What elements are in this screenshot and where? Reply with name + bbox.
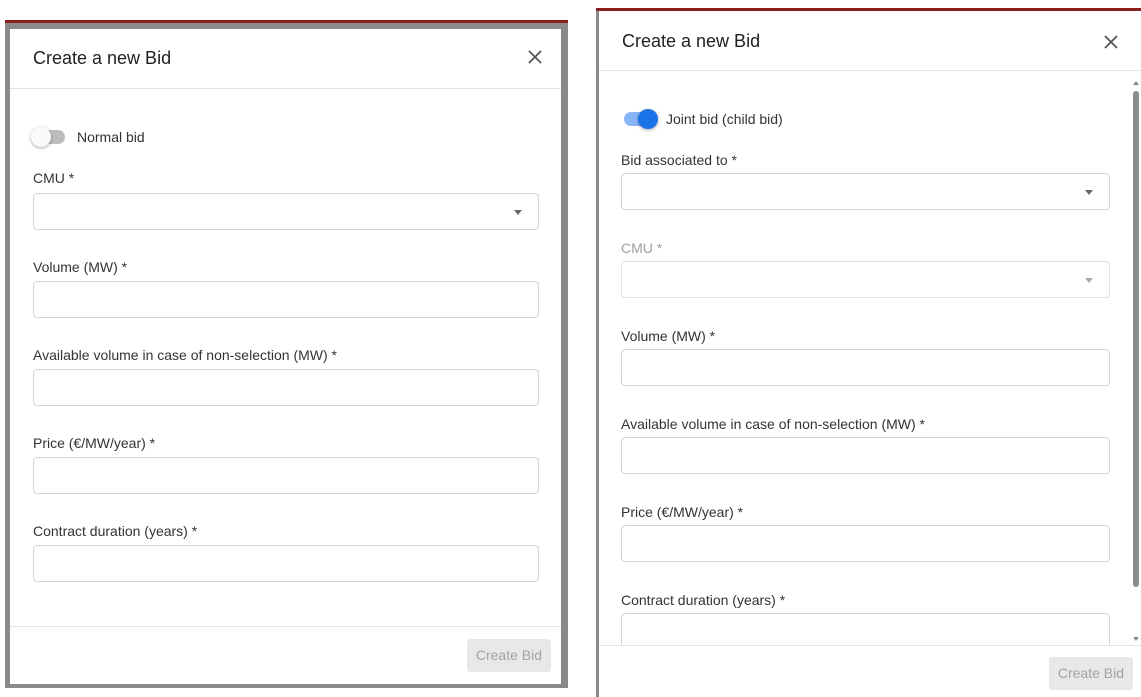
chevron-down-icon[interactable]	[1085, 278, 1093, 283]
price-input[interactable]	[621, 525, 1110, 562]
available-volume-input[interactable]	[33, 369, 539, 406]
contract-duration-label: Contract duration (years) *	[33, 523, 198, 539]
scroll-down-icon[interactable]	[1133, 637, 1139, 641]
contract-duration-input[interactable]	[33, 545, 539, 582]
bid-type-toggle[interactable]: Normal bid	[31, 127, 145, 147]
toggle-label: Normal bid	[77, 129, 145, 145]
price-input[interactable]	[33, 457, 539, 494]
left-create-bid-dialog: Create a new Bid Normal bid CMU * Volume…	[10, 29, 561, 684]
dialog-title: Create a new Bid	[622, 31, 761, 51]
volume-label: Volume (MW) *	[33, 259, 128, 275]
price-label: Price (€/MW/year) *	[33, 435, 156, 451]
dialog-header: Create a new Bid	[599, 11, 1141, 71]
toggle-track[interactable]	[31, 127, 65, 147]
toggle-label: Joint bid (child bid)	[666, 111, 783, 127]
dialog-footer: Create Bid	[599, 645, 1141, 697]
create-bid-button[interactable]: Create Bid	[1048, 657, 1133, 690]
scroll-up-icon[interactable]	[1133, 81, 1139, 85]
available-volume-label: Available volume in case of non-selectio…	[621, 416, 925, 432]
cmu-label: CMU *	[33, 170, 75, 186]
scrollbar-thumb[interactable]	[1133, 91, 1139, 587]
chevron-down-icon[interactable]	[514, 210, 522, 215]
right-create-bid-dialog: Create a new Bid Joint bid (child bid) B…	[599, 11, 1141, 697]
create-bid-button[interactable]: Create Bid	[466, 639, 551, 672]
volume-input[interactable]	[621, 349, 1110, 386]
cmu-label: CMU *	[621, 240, 663, 256]
price-label: Price (€/MW/year) *	[621, 504, 744, 520]
volume-label: Volume (MW) *	[621, 328, 716, 344]
dialog-title: Create a new Bid	[33, 48, 172, 68]
bid-associated-select[interactable]	[621, 173, 1110, 210]
dialog-header: Create a new Bid	[10, 29, 561, 89]
dialog-footer: Create Bid	[10, 626, 561, 684]
chevron-down-icon[interactable]	[1085, 190, 1093, 195]
available-volume-label: Available volume in case of non-selectio…	[33, 347, 337, 363]
close-icon[interactable]	[1099, 30, 1123, 54]
cmu-select[interactable]	[621, 261, 1110, 298]
dialog-scrollbar[interactable]	[1131, 77, 1141, 645]
toggle-thumb[interactable]	[638, 109, 658, 129]
available-volume-input[interactable]	[621, 437, 1110, 474]
volume-input[interactable]	[33, 281, 539, 318]
bid-type-toggle[interactable]: Joint bid (child bid)	[624, 109, 783, 129]
cmu-select[interactable]	[33, 193, 539, 230]
toggle-thumb[interactable]	[31, 127, 51, 147]
close-icon[interactable]	[523, 45, 547, 69]
bid-associated-label: Bid associated to *	[621, 152, 737, 168]
app-header-bar	[5, 20, 568, 23]
toggle-track[interactable]	[624, 109, 658, 129]
contract-duration-label: Contract duration (years) *	[621, 592, 786, 608]
